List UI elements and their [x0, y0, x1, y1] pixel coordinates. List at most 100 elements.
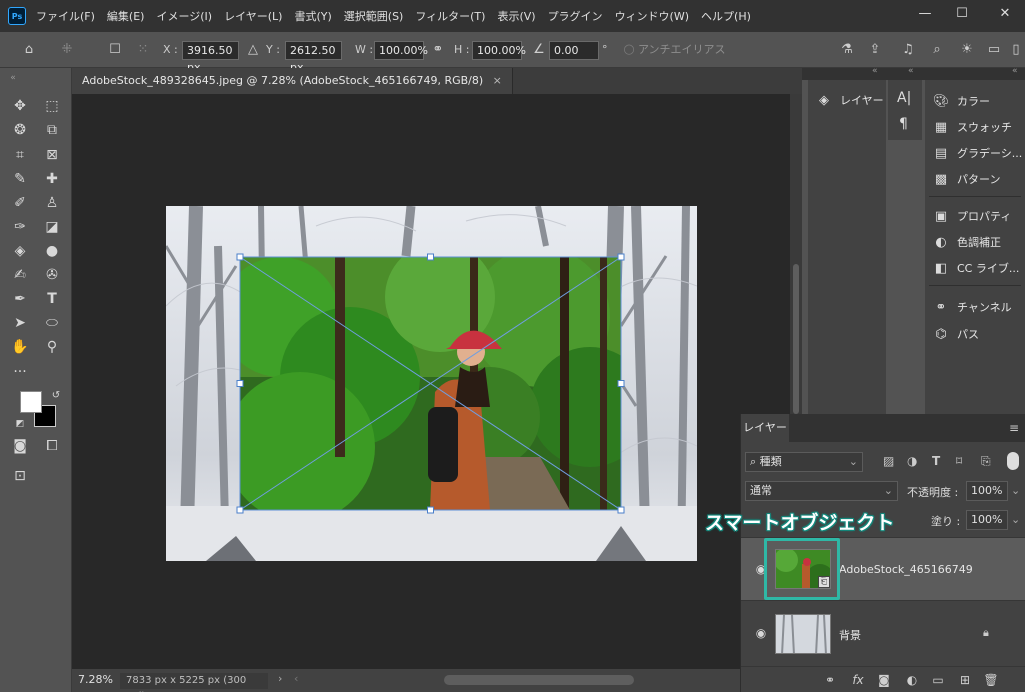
menu-window[interactable]: ウィンドウ(W) [615, 8, 689, 24]
screen-mode-icon[interactable]: ⧠ [42, 436, 62, 456]
reference-point-icon[interactable]: ⁜ [58, 41, 76, 59]
panel-button-paths[interactable]: ⌬ パス [933, 324, 979, 344]
crop-tool-icon[interactable]: ⌗ [10, 145, 30, 165]
brush-tool-icon[interactable]: ✐ [10, 193, 30, 213]
dock-collapse-icon[interactable]: « [872, 66, 878, 76]
layer-row-background[interactable]: ◉ 背景 🔒︎ [741, 602, 1025, 666]
zoom-level[interactable]: 7.28% [78, 673, 113, 686]
group-folder-icon[interactable]: ▭ [929, 671, 947, 689]
eraser-tool-icon[interactable]: ◪ [42, 217, 62, 237]
horizontal-scrollbar-thumb[interactable] [444, 675, 634, 685]
dock-collapse-icon-3[interactable]: « [1012, 66, 1018, 76]
filter-toggle-switch[interactable] [1007, 452, 1019, 470]
lightbulb-icon[interactable]: ☀ [958, 41, 976, 59]
search-icon[interactable]: ⌕ [928, 41, 946, 59]
layer-thumbnail-background[interactable] [775, 614, 831, 654]
status-expand-icon[interactable]: › [278, 672, 282, 685]
menu-type[interactable]: 書式(Y) [294, 8, 331, 24]
antialias-checkbox-icon[interactable]: ○ [620, 41, 638, 59]
add-mask-icon[interactable]: ◙ [875, 671, 893, 689]
document-dimensions[interactable]: 7833 px x 5225 px (300 ppi) [120, 673, 268, 692]
hscroll-left-icon[interactable]: ‹ [294, 672, 298, 685]
home-icon[interactable]: ⌂ [20, 41, 38, 59]
menu-edit[interactable]: 編集(E) [107, 8, 145, 24]
marquee-tool-icon[interactable]: ⬚ [42, 96, 62, 116]
zoom-tool-icon[interactable]: ⚲ [42, 337, 62, 357]
tab-close-icon[interactable]: × [493, 74, 502, 87]
visibility-eye-icon-2[interactable]: ◉ [753, 626, 769, 640]
opacity-dropdown-icon[interactable]: ⌄ [1011, 484, 1020, 497]
layers-panel-tab[interactable]: レイヤー [741, 414, 789, 442]
checkbox-icon[interactable]: ☐ [106, 41, 124, 59]
hand-tool-icon[interactable]: ✋ [10, 337, 30, 357]
filter-pixel-icon[interactable]: ▨ [883, 454, 894, 468]
adjustment-layer-icon[interactable]: ◐ [903, 671, 921, 689]
trash-icon[interactable]: 🗑︎ [982, 671, 1000, 689]
layer-filter-select[interactable]: ⌕ 種類 ⌄ [745, 452, 863, 472]
ellipse-tool-icon[interactable]: ⬭ [42, 313, 62, 333]
healing-brush-tool-icon[interactable]: ✚ [42, 169, 62, 189]
dodge-burn-tool-icon[interactable]: ✇ [42, 265, 62, 285]
workspace-icon[interactable]: ▭ [985, 41, 1003, 59]
panel-button-swatches[interactable]: ▦ スウォッチ [933, 117, 1012, 137]
menu-filter[interactable]: フィルター(T) [415, 8, 485, 24]
path-select-tool-icon[interactable]: ➤ [10, 313, 30, 333]
filter-adjustment-icon[interactable]: ◑ [907, 454, 917, 468]
filter-type-icon[interactable]: T [932, 454, 940, 468]
menu-view[interactable]: 表示(V) [497, 8, 535, 24]
panel-button-channels[interactable]: ⚭ チャンネル [933, 297, 1012, 317]
layer-name-smart-object[interactable]: AdobeStock_465166749 [839, 563, 973, 576]
move-tool-icon[interactable]: ✥ [10, 96, 30, 116]
dock-collapse-icon-2[interactable]: « [908, 66, 914, 76]
filter-smartobject-icon[interactable]: ⎘ [981, 454, 991, 469]
history-brush-tool-icon[interactable]: ✑ [10, 217, 30, 237]
layer-name-background[interactable]: 背景 [839, 627, 861, 643]
new-layer-icon[interactable]: ⊞ [956, 671, 974, 689]
menu-layer[interactable]: レイヤー(L) [224, 8, 282, 24]
rotation-input[interactable]: 0.00 [549, 41, 599, 60]
filter-shape-icon[interactable]: ⌑ [956, 454, 962, 468]
fill-dropdown-icon[interactable]: ⌄ [1011, 513, 1020, 526]
flask-icon[interactable]: ⚗ [838, 41, 856, 59]
object-select-tool-icon[interactable]: ⧉ [42, 120, 62, 140]
layers-panel-button[interactable]: ◈ レイヤー [816, 90, 884, 110]
opacity-input[interactable]: 100% [966, 481, 1008, 501]
stamp-tool-icon[interactable]: ♙ [42, 193, 62, 213]
more-tools-icon[interactable]: ··· [10, 362, 30, 382]
eyedropper-tool-icon[interactable]: ✎ [10, 169, 30, 189]
menu-image[interactable]: イメージ(I) [156, 8, 212, 24]
blur-tool-icon[interactable]: ● [42, 241, 62, 261]
fx-icon[interactable]: fx [849, 671, 867, 689]
menu-select[interactable]: 選択範囲(S) [344, 8, 404, 24]
height-input[interactable]: 100.00% [472, 41, 526, 60]
menu-plugins[interactable]: プラグイン [548, 8, 603, 24]
panel-button-cc-libraries[interactable]: ◧ CC ライブ... [933, 258, 1020, 278]
panel-toggle-icon[interactable]: ▯ [1007, 41, 1025, 59]
menu-help[interactable]: ヘルプ(H) [701, 8, 751, 24]
width-input[interactable]: 100.00% [374, 41, 428, 60]
transform-bounding-box[interactable] [236, 253, 626, 515]
photoshop-logo-icon[interactable]: Ps [8, 7, 26, 25]
paint-bucket-tool-icon[interactable]: ◈ [10, 241, 30, 261]
scrollbar-thumb[interactable] [793, 264, 799, 414]
foreground-color-swatch[interactable] [20, 391, 42, 413]
swap-colors-icon[interactable]: ↺ [46, 386, 66, 406]
panel-button-gradients[interactable]: ▤ グラデーシ... [933, 143, 1022, 163]
panel-button-patterns[interactable]: ▩ パターン [933, 169, 1001, 189]
menu-file[interactable]: ファイル(F) [36, 8, 95, 24]
minimize-button[interactable]: — [913, 4, 937, 24]
link-icon[interactable]: ⚭ [429, 41, 447, 59]
frame-tool-icon[interactable]: ⊠ [42, 145, 62, 165]
blend-mode-select[interactable]: 通常 ⌄ [745, 481, 898, 501]
fill-input[interactable]: 100% [966, 510, 1008, 530]
lasso-tool-icon[interactable]: ❂ [10, 120, 30, 140]
link-layers-icon[interactable]: ⚭ [821, 671, 839, 689]
panel-menu-icon[interactable]: ≡ [1009, 421, 1019, 435]
maximize-button[interactable]: ☐ [950, 4, 974, 24]
close-window-button[interactable]: ✕ [993, 4, 1017, 24]
relative-position-icon[interactable]: △ [244, 41, 262, 59]
edit-toolbar-icon[interactable]: ⊡ [10, 466, 30, 486]
panel-button-adjustments[interactable]: ◐ 色調補正 [933, 232, 1001, 252]
bell-icon[interactable]: ♫ [899, 41, 917, 59]
panel-button-color[interactable]: 🎨︎ カラー [933, 91, 990, 111]
